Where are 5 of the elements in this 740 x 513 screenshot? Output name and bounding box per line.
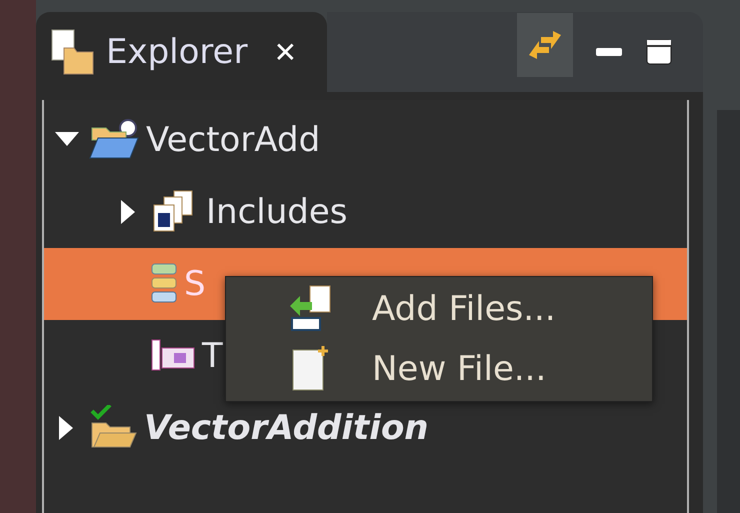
item-label: Includes [206,192,348,232]
item-label: VectorAdd [146,120,320,160]
item-label: T [202,336,223,376]
item-label: S [184,264,206,304]
item-label: VectorAddition [144,408,429,448]
